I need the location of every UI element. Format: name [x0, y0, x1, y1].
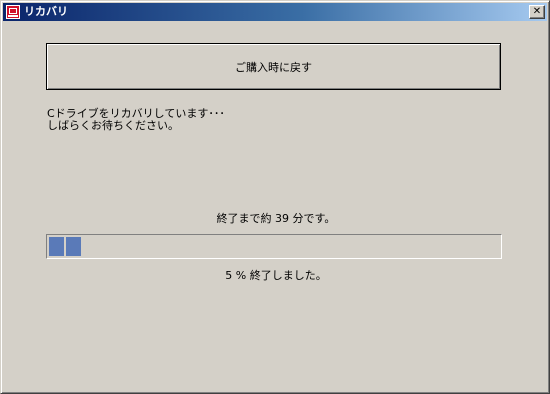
- progress-block: [66, 237, 81, 256]
- restore-factory-button-label: ご購入時に戻す: [235, 60, 312, 74]
- remaining-time-text: 終了まで約 39 分です。: [216, 212, 336, 225]
- recovery-window: リカバリ ✕ ご購入時に戻す Cドライブをリカバリしています･･･ しばらくお待…: [0, 0, 550, 394]
- progress-fill: [49, 237, 499, 256]
- progress-block: [49, 237, 64, 256]
- percent-complete-text: 5 % 終了しました。: [225, 269, 327, 282]
- recovery-app-icon: [5, 4, 21, 20]
- restore-factory-button[interactable]: ご購入時に戻す: [46, 43, 501, 90]
- status-message: Cドライブをリカバリしています･･･ しばらくお待ちください。: [47, 108, 225, 132]
- progress-bar: [46, 234, 502, 259]
- window-title: リカバリ: [24, 5, 68, 18]
- title-bar[interactable]: リカバリ ✕: [3, 3, 547, 21]
- close-button[interactable]: ✕: [529, 5, 545, 19]
- close-icon: ✕: [532, 6, 542, 17]
- status-line-2: しばらくお待ちください。: [47, 119, 179, 132]
